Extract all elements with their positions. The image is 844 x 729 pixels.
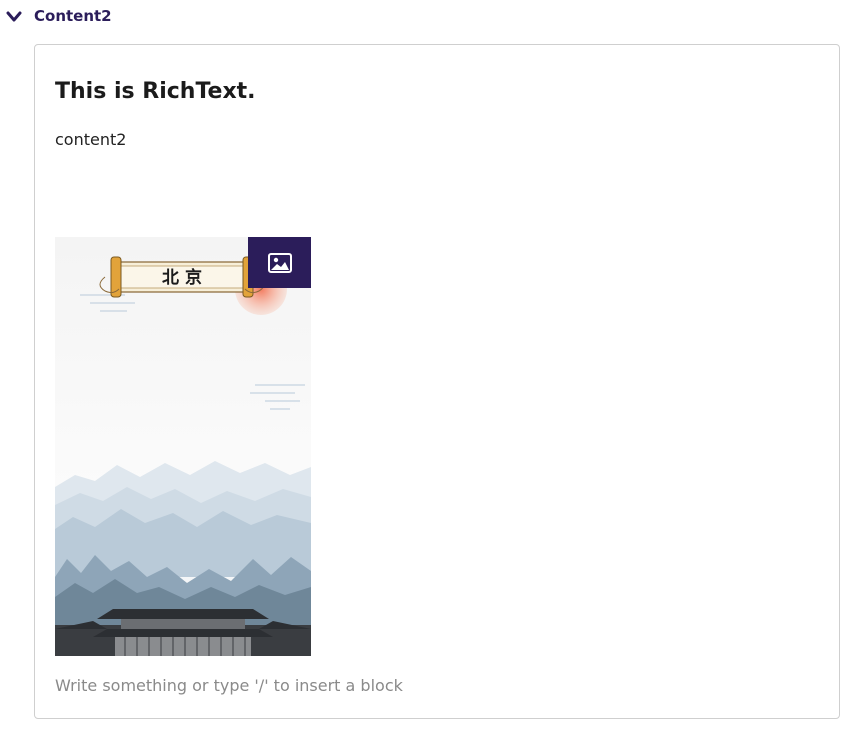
image-block[interactable]: 北 京 bbox=[55, 237, 311, 656]
beijing-landscape-image: 北 京 bbox=[55, 237, 311, 656]
scroll-text: 北 京 bbox=[162, 267, 202, 288]
section-header-content2[interactable]: Content2 bbox=[0, 0, 844, 34]
image-icon bbox=[267, 252, 292, 273]
block-placeholder[interactable]: Write something or type '/' to insert a … bbox=[55, 675, 403, 697]
rich-text-paragraph[interactable]: content2 bbox=[55, 129, 126, 151]
chevron-down-icon bbox=[6, 11, 22, 22]
replace-image-button[interactable] bbox=[248, 237, 311, 288]
section-title: Content2 bbox=[34, 7, 112, 25]
rich-text-editor[interactable]: This is RichText. content2 北 京 Write som… bbox=[34, 44, 840, 719]
rich-text-heading[interactable]: This is RichText. bbox=[55, 77, 256, 107]
